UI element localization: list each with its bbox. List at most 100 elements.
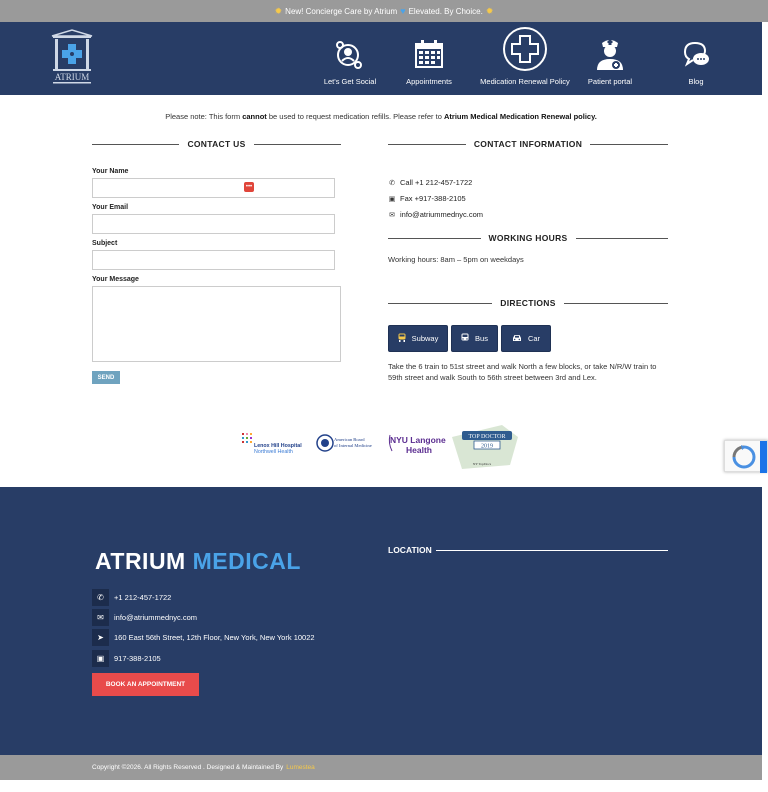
- footer-address-text: 160 East 56th Street, 12th Floor, New Yo…: [114, 633, 315, 642]
- subway-icon: [398, 333, 406, 344]
- message-textarea[interactable]: [92, 286, 341, 362]
- working-hours-title: WORKING HOURS: [388, 233, 669, 243]
- footer-fax: ▣ 917-388-2105: [92, 650, 161, 667]
- bus-label: Bus: [475, 334, 488, 343]
- nav-label: Blog: [688, 77, 704, 86]
- top-doctor-year: 2019: [481, 444, 493, 450]
- name-label: Your Name: [92, 168, 129, 175]
- notice-text: be used to request medication refills. P…: [268, 112, 442, 121]
- send-button[interactable]: SEND: [92, 371, 120, 384]
- notice-text: Please note: This form: [165, 112, 241, 121]
- email-input[interactable]: [92, 214, 335, 234]
- site-header: ATRIUM Let's Get Social Appointments Med…: [0, 22, 762, 95]
- nav-label: Let's Get Social: [323, 77, 377, 86]
- main-nav: Let's Get Social Appointments Medication…: [318, 22, 746, 95]
- notice-policy-link[interactable]: Atrium Medical Medication Renewal policy…: [444, 112, 597, 121]
- atrium-logo[interactable]: ATRIUM: [50, 28, 94, 88]
- calendar-icon: [411, 36, 447, 72]
- fax-icon: ▣: [388, 195, 396, 203]
- medical-cross-icon: [502, 26, 548, 72]
- email-label: Your Email: [92, 204, 129, 211]
- location-title: LOCATION: [388, 545, 668, 555]
- password-manager-icon[interactable]: •••: [244, 182, 254, 192]
- contact-us-title: CONTACT US: [92, 139, 341, 149]
- email-text: info@atriummednyc.com: [400, 210, 484, 219]
- footer-address: ➤ 160 East 56th Street, 12th Floor, New …: [92, 629, 315, 646]
- nyu-name-2: Health: [406, 445, 432, 455]
- northwell-name: Northwell Health: [254, 449, 293, 455]
- copyright-text: Copyright ©2026. All Rights Reserved . D…: [92, 764, 284, 771]
- footer-email-text: info@atriummednyc.com: [114, 613, 198, 622]
- star-icon: ✹: [274, 5, 283, 16]
- subject-input[interactable]: [92, 250, 335, 270]
- copyright-bar: Copyright ©2026. All Rights Reserved . D…: [0, 755, 762, 780]
- car-label: Car: [527, 334, 541, 343]
- phone-text: Call +1 212-457-1722: [400, 178, 473, 187]
- notice-emphasis: cannot: [242, 112, 267, 121]
- abim-name-1: American Board: [334, 437, 365, 442]
- designer-link[interactable]: Lumestea: [286, 764, 315, 771]
- directions-text: Take the 6 train to 51st street and walk…: [388, 362, 657, 382]
- nav-item-appointments[interactable]: Appointments: [382, 22, 476, 86]
- chat-bubble-icon: [678, 36, 714, 72]
- envelope-icon: ✉: [389, 211, 395, 219]
- fax-text: Fax +917-388-2105: [400, 194, 466, 203]
- brand-atrium: ATRIUM: [95, 548, 186, 574]
- nav-label: Medication Renewal Policy: [480, 77, 570, 86]
- message-label: Your Message: [92, 276, 139, 283]
- directions-title: DIRECTIONS: [388, 298, 669, 308]
- top-doctor-logo: TOP DOCTOR 2019 NY TopDocs: [452, 425, 518, 469]
- section-title-text: CONTACT INFORMATION: [473, 139, 583, 149]
- working-hours-text: Working hours: 8am – 5pm on weekdays: [388, 255, 524, 264]
- bus-icon: [461, 333, 469, 344]
- contact-email[interactable]: ✉ info@atriummednyc.com: [388, 210, 483, 219]
- phone-icon: ✆: [92, 589, 109, 606]
- announcement-text-1: New! Concierge Care by Atrium: [285, 6, 398, 16]
- nyu-langone-logo: NYU Langone Health: [388, 434, 446, 455]
- phone-icon: ✆: [389, 179, 395, 187]
- directions-tabs: Subway Bus Car: [388, 325, 551, 352]
- top-doctor-title: TOP DOCTOR: [468, 434, 505, 440]
- nav-item-blog[interactable]: Blog: [646, 22, 746, 86]
- nav-item-patient-portal[interactable]: Patient portal: [574, 22, 646, 86]
- subject-label: Subject: [92, 240, 118, 247]
- footer-phone[interactable]: ✆ +1 212-457-1722: [92, 589, 171, 606]
- subway-button[interactable]: Subway: [388, 325, 448, 352]
- nav-item-social[interactable]: Let's Get Social: [318, 22, 382, 86]
- partner-logos: Lenox Hill Hospital Northwell Health Ame…: [240, 425, 530, 471]
- nav-item-medication-renewal[interactable]: Medication Renewal Policy: [476, 22, 574, 86]
- section-title-text: WORKING HOURS: [488, 233, 568, 243]
- announcement-text-2: Elevated. By Choice.: [408, 6, 483, 16]
- contact-phone[interactable]: ✆ Call +1 212-457-1722: [388, 178, 472, 187]
- contact-info-title: CONTACT INFORMATION: [388, 139, 669, 149]
- announcement-bar: ✹ New! Concierge Care by Atrium ♥ Elevat…: [0, 0, 768, 22]
- section-title-text: CONTACT US: [187, 139, 246, 149]
- nurse-icon: [592, 36, 628, 72]
- book-appointment-button[interactable]: BOOK AN APPOINTMENT: [92, 673, 199, 696]
- bus-button[interactable]: Bus: [451, 325, 498, 352]
- lenox-hill-logo: Lenox Hill Hospital Northwell Health: [242, 433, 302, 455]
- location-title-text: LOCATION: [388, 545, 432, 555]
- social-icon: [332, 36, 368, 72]
- section-title-text: DIRECTIONS: [500, 298, 556, 308]
- abim-logo: American Board of Internal Medicine: [316, 434, 372, 452]
- footer-email[interactable]: ✉ info@atriummednyc.com: [92, 609, 197, 626]
- brand-medical: MEDICAL: [192, 548, 301, 574]
- car-icon: [512, 334, 522, 344]
- name-input[interactable]: [92, 178, 335, 198]
- footer-brand: ATRIUM MEDICAL: [95, 548, 301, 575]
- abim-name-2: of Internal Medicine: [334, 443, 372, 448]
- car-button[interactable]: Car: [501, 325, 551, 352]
- footer-phone-text: +1 212-457-1722: [114, 593, 172, 602]
- nyu-name-1: NYU Langone: [390, 435, 446, 445]
- form-notice: Please note: This form cannot be used to…: [0, 112, 762, 121]
- logo-text: ATRIUM: [55, 72, 90, 82]
- heart-icon: ♥: [400, 6, 406, 16]
- nav-label: Patient portal: [587, 77, 633, 86]
- fax-icon: ▣: [92, 650, 109, 667]
- footer-fax-text: 917-388-2105: [114, 654, 161, 663]
- recaptcha-badge[interactable]: [724, 440, 768, 473]
- location-arrow-icon: ➤: [92, 629, 109, 646]
- contact-fax: ▣ Fax +917-388-2105: [388, 194, 466, 203]
- star-icon: ✹: [485, 5, 494, 16]
